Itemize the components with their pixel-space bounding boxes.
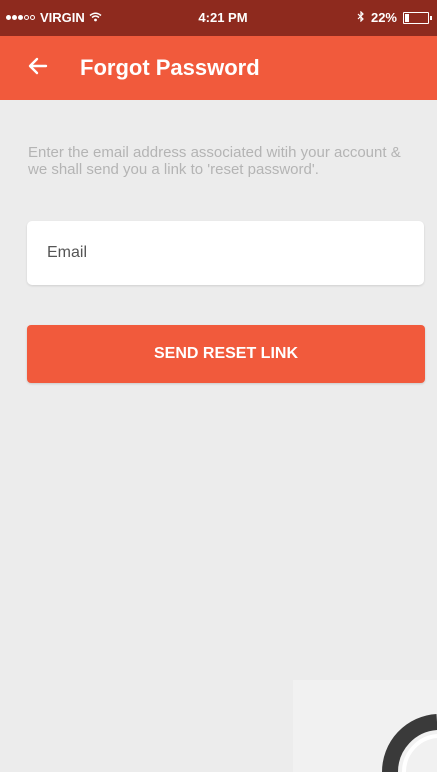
forgot-password-screen: VIRGIN 4:21 PM 22% Forgot Password Enter… (0, 0, 437, 772)
battery-tip (430, 15, 432, 20)
instructions-text: Enter the email address associated witih… (28, 144, 401, 178)
bluetooth-icon (357, 10, 365, 25)
wifi-icon (89, 11, 102, 25)
signal-strength-icon (6, 15, 36, 20)
battery-level-fill (405, 13, 409, 22)
carrier-name: VIRGIN (40, 10, 85, 25)
app-bar: Forgot Password (0, 36, 437, 100)
battery-percent: 22% (370, 10, 397, 25)
status-left: VIRGIN (6, 10, 102, 25)
status-time: 4:21 PM (198, 10, 248, 25)
corner-decoration (380, 708, 437, 772)
page-title: Forgot Password (80, 55, 260, 80)
battery-icon (403, 11, 432, 24)
status-right: 22% (357, 10, 432, 25)
status-bar: VIRGIN 4:21 PM 22% (0, 0, 437, 36)
send-reset-link-button[interactable]: SEND RESET LINK (27, 325, 425, 383)
back-button[interactable] (22, 52, 54, 84)
arrow-left-icon (28, 57, 48, 80)
email-field[interactable] (27, 221, 424, 285)
